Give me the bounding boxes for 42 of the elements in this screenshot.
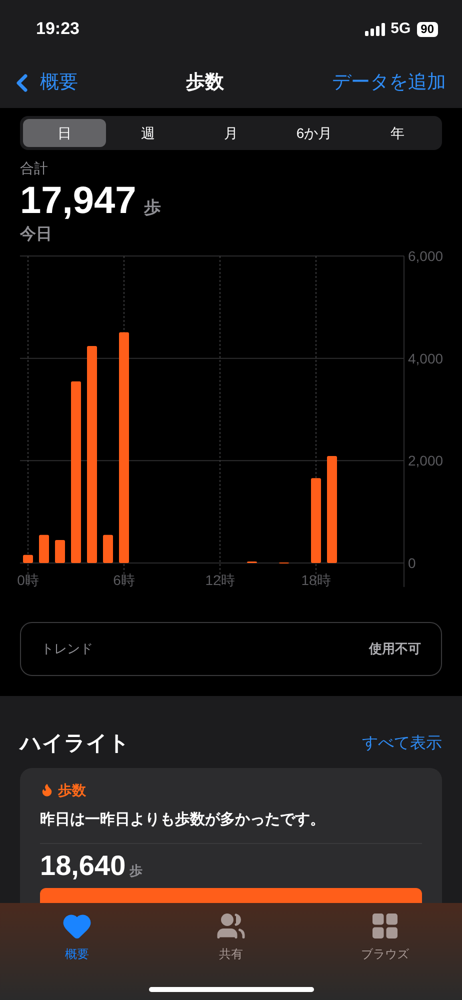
x-tick-label: 18時 (301, 572, 331, 588)
bar (39, 534, 49, 563)
grid-icon (370, 911, 400, 941)
period-tab[interactable]: 6か月 (272, 119, 356, 147)
trend-value: 使用不可 (369, 640, 421, 658)
flame-icon (40, 783, 54, 797)
people-icon (216, 911, 246, 941)
bar (103, 534, 113, 563)
card-category: 歩数 (58, 780, 86, 800)
trend-label: トレンド (41, 640, 93, 658)
x-tick-label: 12時 (205, 572, 235, 588)
total-steps: 17,947 (20, 179, 136, 223)
highlight-value: 18,640 (40, 849, 126, 883)
tab-bar-item[interactable]: 共有 (186, 911, 276, 1000)
battery-indicator: 90 (416, 22, 438, 36)
period-tab[interactable]: 日 (23, 119, 106, 147)
steps-unit: 歩 (144, 197, 162, 219)
period-tab[interactable]: 年 (356, 119, 440, 147)
highlight-text: 昨日は一昨日よりも歩数が多かったです。 (40, 808, 422, 844)
y-tick-label: 4,000 (408, 350, 444, 366)
y-tick-label: 0 (408, 555, 416, 571)
period-tab[interactable]: 月 (189, 119, 273, 147)
show-all-link[interactable]: すべて表示 (362, 732, 442, 756)
tab-bar-item[interactable]: 概要 (32, 911, 122, 1000)
bar (55, 540, 65, 563)
page-title: 歩数 (186, 70, 224, 95)
network-label: 5G (390, 18, 411, 39)
period-tab[interactable]: 週 (106, 119, 190, 147)
date-label: 今日 (20, 224, 53, 245)
signal-icon (364, 22, 385, 36)
summary-label: 合計 (20, 159, 49, 178)
tab-bar-item[interactable]: ブラウズ (340, 911, 430, 1000)
back-button[interactable]: 概要 (8, 68, 78, 98)
y-tick-label: 2,000 (408, 452, 444, 469)
y-tick-label: 6,000 (408, 248, 444, 264)
add-data-button[interactable]: データを追加 (332, 68, 454, 98)
highlight-unit: 歩 (130, 862, 143, 880)
status-time: 19:23 (36, 18, 80, 40)
x-tick-label: 0時 (17, 572, 39, 588)
bar (23, 554, 33, 563)
x-tick-label: 6時 (113, 572, 135, 588)
section-title: ハイライト (20, 731, 130, 757)
